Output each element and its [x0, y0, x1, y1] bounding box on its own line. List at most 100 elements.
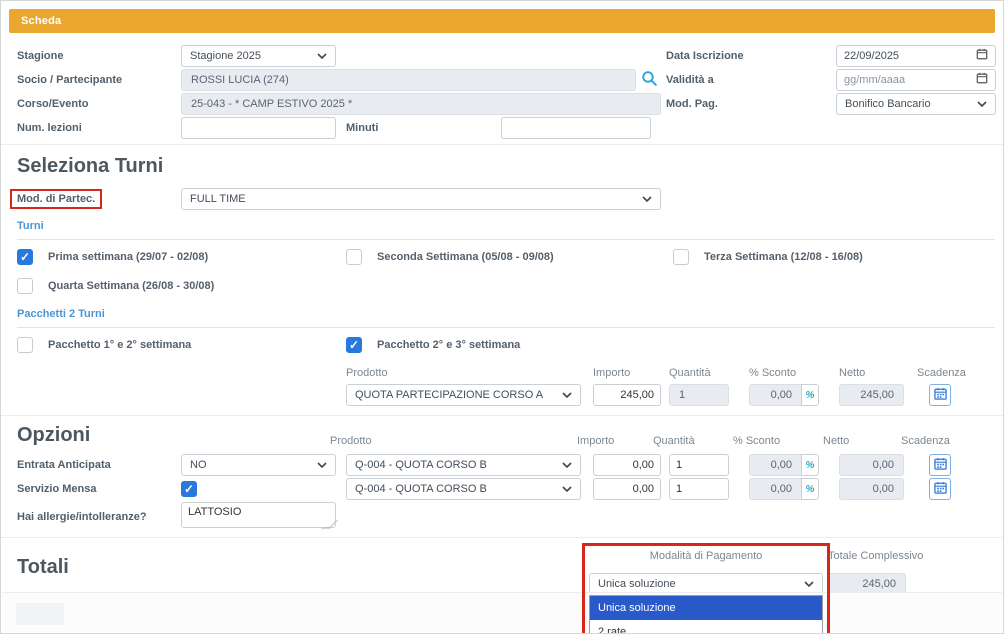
modalita-dropdown-list: Unica soluzione 2 rate [589, 595, 823, 634]
sconto-percent-button[interactable]: % [801, 478, 819, 500]
importo-column-header: Importo [593, 367, 661, 379]
calendar-icon [934, 387, 947, 403]
allergie-row: Hai allergie/intolleranze? LATTOSIO [1, 503, 1003, 531]
quantita-input[interactable]: 1 [669, 478, 729, 500]
allergie-label: Hai allergie/intolleranze? [17, 511, 181, 523]
mod-pag-select[interactable]: Bonifico Bancario [836, 93, 996, 115]
netto-column-header: Netto [839, 367, 904, 379]
data-iscrizione-input[interactable]: 22/09/2025 [836, 45, 996, 67]
chevron-down-icon [317, 53, 327, 59]
importo-input[interactable]: 245,00 [593, 384, 661, 406]
netto-column-header: Netto [823, 435, 888, 447]
servizio-mensa-checkbox[interactable] [181, 481, 197, 497]
checkbox[interactable] [346, 249, 362, 265]
scadenza-calendar-button[interactable] [929, 454, 951, 476]
allergie-textarea[interactable]: LATTOSIO [181, 502, 336, 528]
netto-field: 245,00 [839, 384, 904, 406]
quantita-column-header: Quantità [669, 367, 729, 379]
pacchetto-product-row: QUOTA PARTECIPAZIONE CORSO A 245,00 1 0,… [346, 384, 1003, 406]
row-socio: Socio / Partecipante ROSSI LUCIA (274) V… [1, 70, 1003, 90]
stagione-label: Stagione [17, 50, 181, 62]
chevron-down-icon [977, 101, 987, 107]
turno-quarta[interactable]: Quarta Settimana (26/08 - 30/08) [17, 278, 346, 294]
minuti-label: Minuti [346, 122, 501, 134]
checkbox[interactable] [673, 249, 689, 265]
divider [1, 537, 1003, 538]
sconto-percent-button[interactable]: % [801, 384, 819, 406]
entrata-anticipata-select[interactable]: NO [181, 454, 336, 476]
dropdown-option-2-rate[interactable]: 2 rate [590, 620, 822, 634]
netto-field: 0,00 [839, 454, 904, 476]
seleziona-turni-title: Seleziona Turni [1, 155, 1003, 178]
sconto-group: 0,00 % [749, 384, 819, 406]
socio-search-button[interactable] [636, 69, 662, 91]
prodotto-select[interactable]: QUOTA PARTECIPAZIONE CORSO A [346, 384, 581, 406]
scheda-panel: Scheda Stagione Stagione 2025 Data Iscri… [0, 0, 1004, 634]
num-lezioni-input[interactable] [181, 117, 336, 139]
totali-title: Totali [1, 556, 69, 579]
chevron-down-icon [642, 196, 652, 202]
product-columns-header: Prodotto Importo Quantità % Sconto Netto… [330, 435, 937, 447]
turni-row-1: Prima settimana (29/07 - 02/08) Seconda … [1, 248, 1003, 265]
socio-field: ROSSI LUCIA (274) [181, 69, 636, 91]
checkbox[interactable] [17, 337, 33, 353]
corso-field: 25-043 - * CAMP ESTIVO 2025 * [181, 93, 661, 115]
pacchetto-2-3[interactable]: Pacchetto 2° e 3° settimana [346, 337, 673, 353]
chevron-down-icon [562, 462, 572, 468]
turno-prima[interactable]: Prima settimana (29/07 - 02/08) [17, 249, 346, 265]
socio-label: Socio / Partecipante [17, 74, 181, 86]
minuti-input[interactable] [501, 117, 651, 139]
percent-icon: % [806, 484, 815, 495]
search-icon [641, 70, 658, 90]
turni-subheader: Turni [17, 216, 995, 240]
servizio-mensa-label: Servizio Mensa [17, 483, 181, 495]
mod-partec-highlight-box: Mod. di Partec. [10, 189, 102, 209]
chevron-down-icon [804, 581, 814, 587]
panel-title: Scheda [21, 15, 61, 27]
quantita-field: 1 [669, 384, 729, 406]
percent-icon: % [806, 390, 815, 401]
importo-input[interactable]: 0,00 [593, 478, 661, 500]
mod-partec-select[interactable]: FULL TIME [181, 188, 661, 210]
totale-complessivo-label: Totale Complessivo [828, 550, 928, 563]
divider [1, 415, 1003, 416]
dropdown-option-unica-soluzione[interactable]: Unica soluzione [590, 596, 822, 620]
netto-field: 0,00 [839, 478, 904, 500]
validita-input[interactable]: gg/mm/aaaa [836, 69, 996, 91]
checkbox[interactable] [17, 249, 33, 265]
prodotto-select[interactable]: Q-004 - QUOTA CORSO B [346, 478, 581, 500]
row-mod-partec: Mod. di Partec. FULL TIME [1, 188, 1003, 210]
prodotto-select[interactable]: Q-004 - QUOTA CORSO B [346, 454, 581, 476]
importo-input[interactable]: 0,00 [593, 454, 661, 476]
chevron-down-icon [562, 486, 572, 492]
sconto-group: 0,00 % [749, 478, 819, 500]
scadenza-calendar-button[interactable] [929, 384, 951, 406]
num-lezioni-label: Num. lezioni [17, 122, 181, 134]
scadenza-calendar-button[interactable] [929, 478, 951, 500]
sconto-field: 0,00 [749, 384, 801, 406]
quantita-input[interactable]: 1 [669, 454, 729, 476]
entrata-anticipata-row: Entrata Anticipata NO Q-004 - QUOTA CORS… [1, 454, 1003, 476]
checkbox[interactable] [17, 278, 33, 294]
sconto-percent-button[interactable]: % [801, 454, 819, 476]
date-picker-icon[interactable] [976, 47, 988, 65]
scadenza-column-header: Scadenza [901, 435, 925, 447]
turno-terza[interactable]: Terza Settimana (12/08 - 16/08) [673, 249, 863, 265]
stagione-select[interactable]: Stagione 2025 [181, 45, 336, 67]
pacchetti-subheader: Pacchetti 2 Turni [17, 304, 995, 328]
chevron-down-icon [317, 462, 327, 468]
mod-partec-label: Mod. di Partec. [17, 193, 95, 205]
data-iscrizione-label: Data Iscrizione [666, 50, 836, 62]
divider [1, 144, 1003, 145]
turno-seconda[interactable]: Seconda Settimana (05/08 - 09/08) [346, 249, 673, 265]
modalita-pagamento-group: Modalità di Pagamento Unica soluzione Un… [589, 550, 823, 595]
row-lezioni: Num. lezioni Minuti [1, 118, 1003, 138]
checkbox[interactable] [346, 337, 362, 353]
entrata-anticipata-label: Entrata Anticipata [17, 459, 181, 471]
modalita-pagamento-label: Modalità di Pagamento [589, 550, 823, 563]
percent-icon: % [806, 460, 815, 471]
pacchetto-1-2[interactable]: Pacchetto 1° e 2° settimana [17, 337, 346, 353]
sconto-field: 0,00 [749, 454, 801, 476]
date-picker-icon[interactable] [976, 71, 988, 89]
calendar-icon [934, 481, 947, 497]
